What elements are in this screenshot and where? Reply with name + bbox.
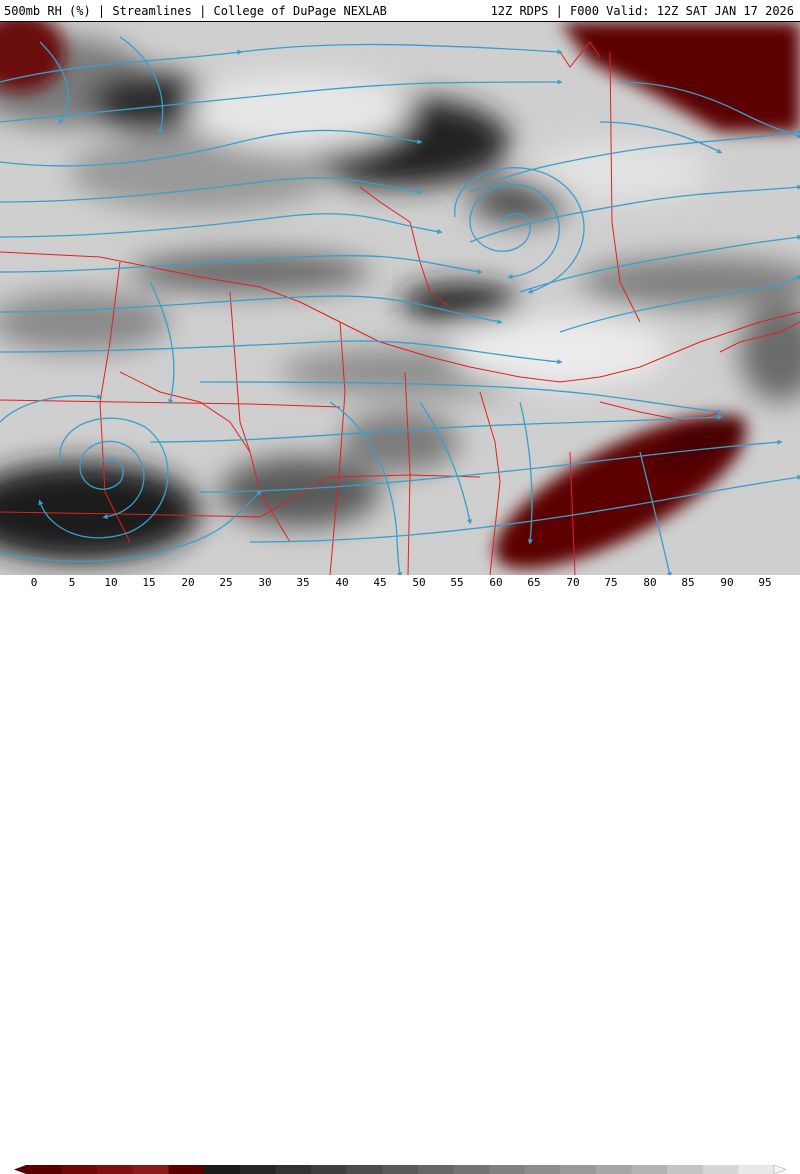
- legend-tick: 35: [296, 576, 310, 589]
- colorbar-cell: [738, 1165, 775, 1174]
- colorbar-cell: [417, 1165, 454, 1174]
- colorbar-cell: [239, 1165, 276, 1174]
- map-header: 500mb RH (%) | Streamlines | College of …: [0, 0, 800, 22]
- legend-tick: 75: [604, 576, 618, 589]
- colorbar-cell: [26, 1165, 63, 1174]
- colorbar-cell: [310, 1165, 348, 1174]
- legend-tick: 30: [258, 576, 272, 589]
- rh-colorbar: [14, 1165, 786, 1174]
- colorbar-cell: [346, 1165, 383, 1174]
- legend-tick: 45: [373, 576, 387, 589]
- legend-tick: 20: [181, 576, 195, 589]
- legend-tick: 40: [335, 576, 349, 589]
- legend-tick: 70: [566, 576, 580, 589]
- rh-legend: 0 5 10 15 20 25 30 35 40 45 50 55 60 65 …: [0, 575, 800, 1174]
- legend-tick: 15: [142, 576, 156, 589]
- colorbar-right-arrow: [773, 1165, 786, 1174]
- colorbar-cell: [560, 1165, 597, 1174]
- legend-tick: 80: [643, 576, 657, 589]
- legend-tick: 25: [219, 576, 233, 589]
- legend-tick: 85: [681, 576, 695, 589]
- colorbar-cell: [667, 1165, 704, 1174]
- rh-streamline-map: [0, 22, 800, 575]
- colorbar-cell: [132, 1165, 169, 1174]
- legend-tick: 50: [412, 576, 426, 589]
- legend-tick: 65: [527, 576, 541, 589]
- legend-tick: 95: [758, 576, 772, 589]
- legend-tick: 90: [720, 576, 734, 589]
- colorbar-cell: [453, 1165, 490, 1174]
- valid-time-label: 12Z RDPS | F000 Valid: 12Z SAT JAN 17 20…: [490, 4, 794, 18]
- colorbar-cell: [631, 1165, 668, 1174]
- legend-tick: 0: [30, 576, 38, 589]
- colorbar-cell: [204, 1165, 241, 1174]
- colorbar-cell: [61, 1165, 98, 1174]
- colorbar-cell: [275, 1165, 312, 1174]
- colorbar-cell: [382, 1165, 419, 1174]
- weather-map[interactable]: [0, 22, 800, 575]
- colorbar-left-arrow: [14, 1165, 26, 1174]
- legend-tick: 55: [450, 576, 464, 589]
- legend-tick: 5: [68, 576, 76, 589]
- colorbar-cell: [524, 1165, 561, 1174]
- colorbar-cell: [595, 1165, 633, 1174]
- legend-tick: 10: [104, 576, 118, 589]
- product-title: 500mb RH (%) | Streamlines | College of …: [4, 4, 387, 18]
- colorbar-cell: [702, 1165, 739, 1174]
- colorbar-cell: [97, 1165, 134, 1174]
- colorbar-cell: [168, 1165, 205, 1174]
- colorbar-cell: [489, 1165, 526, 1174]
- legend-tick: 60: [489, 576, 503, 589]
